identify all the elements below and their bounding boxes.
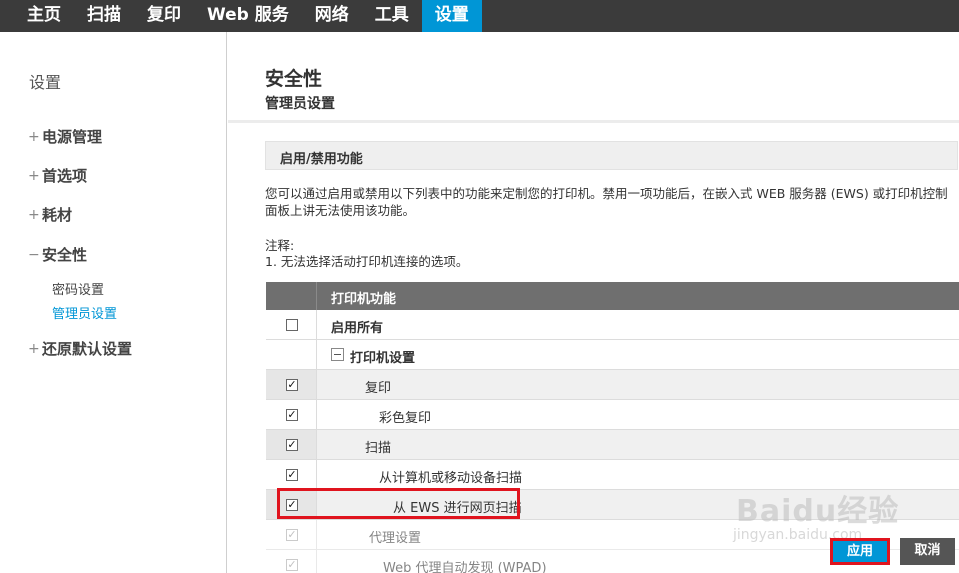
tab-settings[interactable]: 设置 [421,0,482,32]
cancel-button[interactable]: 取消 [900,538,955,565]
checkbox-cell [266,310,317,339]
row-label: 复印 [365,381,392,396]
tab-scan[interactable]: 扫描 [74,0,134,32]
row-label: 启用所有 [331,321,384,336]
sidebar-item-label: 还原默认设置 [42,340,133,358]
sidebar-item-restore-defaults[interactable]: + 还原默认设置 [28,338,132,359]
checkbox-cell: ✓ [266,460,317,489]
sidebar-item-label: 电源管理 [42,128,103,146]
expand-icon: + [28,167,40,184]
row-label: Web 代理自动发现 (WPAD) [383,561,547,573]
sidebar-item-power-management[interactable]: + 电源管理 [28,126,102,147]
table-row-color-copy: ✓ 彩色复印 [266,400,959,430]
sidebar-subitem-admin-settings[interactable]: 管理员设置 [52,303,117,322]
proxy-settings-checkbox[interactable]: ✓ [286,529,298,541]
tab-network[interactable]: 网络 [302,0,362,32]
copy-checkbox[interactable]: ✓ [286,379,298,391]
section-header: 启用/禁用功能 [265,141,958,170]
sidebar-item-supplies[interactable]: + 耗材 [28,204,72,225]
color-copy-checkbox[interactable]: ✓ [286,409,298,421]
expand-icon: + [28,206,40,223]
table-row-enable-all: 启用所有 [266,310,959,340]
checkbox-cell: ✓ [266,520,317,549]
tab-home[interactable]: 主页 [0,0,74,32]
watermark-logo: Baidu经验 [736,494,900,529]
page-subtitle: 管理员设置 [265,96,335,112]
table-header-row: 打印机功能 [266,282,959,310]
row-label: 从 EWS 进行网页扫描 [393,501,522,516]
tab-web-services[interactable]: Web 服务 [194,0,302,32]
sidebar-item-security[interactable]: − 安全性 [28,244,87,265]
row-label: 彩色复印 [379,411,432,426]
description-text: 您可以通过启用或禁用以下列表中的功能来定制您的打印机。禁用一项功能后，在嵌入式 … [265,186,948,218]
checkbox-cell: ✓ [266,550,317,573]
scan-checkbox[interactable]: ✓ [286,439,298,451]
checkbox-cell: ✓ [266,400,317,429]
page-title: 安全性 [265,68,323,90]
enable-all-checkbox[interactable] [286,319,298,331]
top-nav: 主页 扫描 复印 Web 服务 网络 工具 设置 [0,0,959,32]
row-label: 扫描 [365,441,392,456]
row-label: 打印机设置 [350,351,416,366]
table-row-scan: ✓ 扫描 [266,430,959,460]
expand-icon: + [28,340,40,357]
header-checkbox-cell [266,282,317,310]
apply-button[interactable]: 应用 [830,538,890,565]
row-label: 从计算机或移动设备扫描 [379,471,523,486]
collapse-icon: − [28,246,40,263]
section-title: 启用/禁用功能 [280,152,363,167]
table-row-printer-settings: 打印机设置 [266,340,959,370]
ews-webscan-checkbox[interactable]: ✓ [286,499,298,511]
sidebar-item-preferences[interactable]: + 首选项 [28,165,87,186]
sidebar-item-label: 安全性 [42,246,88,264]
table-row-copy: ✓ 复印 [266,370,959,400]
expand-icon: + [28,128,40,145]
sidebar-subitem-password-settings[interactable]: 密码设置 [52,279,104,298]
checkbox-cell: ✓ [266,430,317,459]
wpad-checkbox[interactable]: ✓ [286,559,298,571]
column-header-printer-features: 打印机功能 [331,292,397,307]
sidebar-title: 设置 [29,73,62,92]
row-label: 代理设置 [369,531,422,546]
tab-copy[interactable]: 复印 [134,0,194,32]
checkbox-cell: ✓ [266,370,317,399]
header-divider [228,120,959,123]
sidebar-item-label: 耗材 [42,206,73,224]
sidebar-item-label: 首选项 [42,167,88,185]
checkbox-cell: ✓ [266,490,317,519]
sidebar: 设置 + 电源管理 + 首选项 + 耗材 − 安全性 密码设置 管理员设置 + … [0,32,227,573]
collapse-group-icon[interactable] [331,348,344,361]
scan-from-computer-checkbox[interactable]: ✓ [286,469,298,481]
tab-tools[interactable]: 工具 [362,0,422,32]
note-item: 1. 无法选择活动打印机连接的选项。 [265,254,469,269]
checkbox-cell [266,340,317,369]
